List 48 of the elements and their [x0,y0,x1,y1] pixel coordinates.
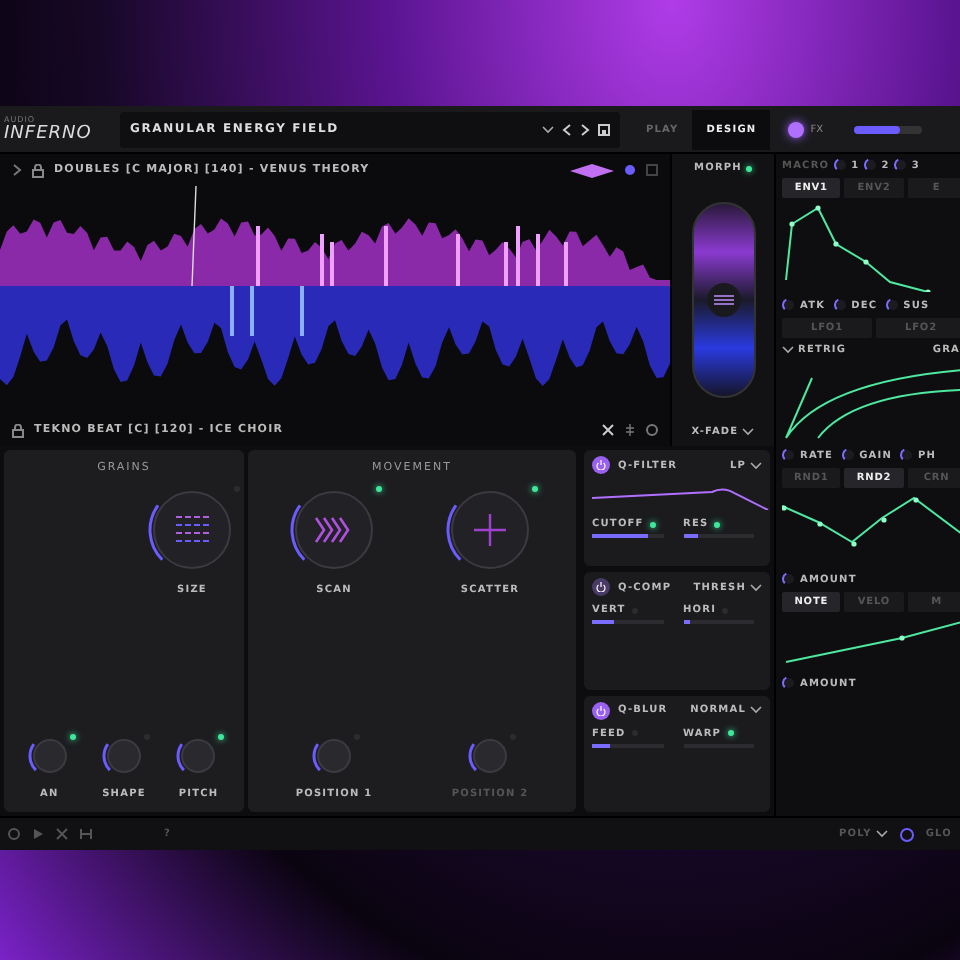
large-knob[interactable] [148,486,236,574]
power-button[interactable] [592,701,610,720]
knob[interactable] [782,676,796,690]
lock-icon[interactable] [32,163,44,177]
volume-slider[interactable] [853,125,921,133]
knob[interactable] [885,298,900,312]
grid-icon [176,516,209,542]
knob[interactable] [899,827,914,841]
power-button[interactable] [592,456,610,474]
previous-icon[interactable] [562,123,572,135]
chevron-down-icon [782,346,794,354]
record-icon[interactable] [8,828,20,840]
plus-icon [472,512,508,548]
knob[interactable] [782,572,796,586]
diamond-icon [570,163,614,177]
play-icon[interactable] [32,828,44,840]
knob[interactable] [863,158,878,172]
knob[interactable] [899,448,914,462]
param-slider[interactable] [592,620,664,625]
close-icon[interactable] [602,424,614,436]
chevron-down-icon [750,706,762,715]
save-icon[interactable] [598,123,610,135]
chevron-down-icon [750,583,762,592]
lock-icon[interactable] [12,423,24,437]
chevron-down-icon [875,830,888,838]
next-icon[interactable] [580,123,590,135]
knob[interactable] [782,298,796,312]
morph-slider[interactable] [691,202,755,398]
chevron-right-icon[interactable] [12,164,22,176]
knob[interactable] [27,734,72,778]
knob[interactable] [782,448,796,462]
knob[interactable] [833,298,848,312]
knob[interactable] [176,734,221,778]
power-button[interactable] [592,578,610,597]
knob[interactable] [468,734,512,778]
knob[interactable] [101,734,146,778]
chevron-down-icon [742,428,755,436]
knob[interactable] [841,448,856,462]
large-knob[interactable] [446,486,534,574]
chevrons-icon [314,517,350,543]
chevron-down-icon [750,461,762,469]
knob[interactable] [833,158,848,172]
knob[interactable] [312,734,356,778]
knob[interactable] [893,158,908,172]
logo-text: INFERNO [4,124,94,144]
large-knob[interactable] [290,486,378,574]
slider-handle[interactable] [705,282,741,318]
chevron-down-icon [542,125,554,133]
